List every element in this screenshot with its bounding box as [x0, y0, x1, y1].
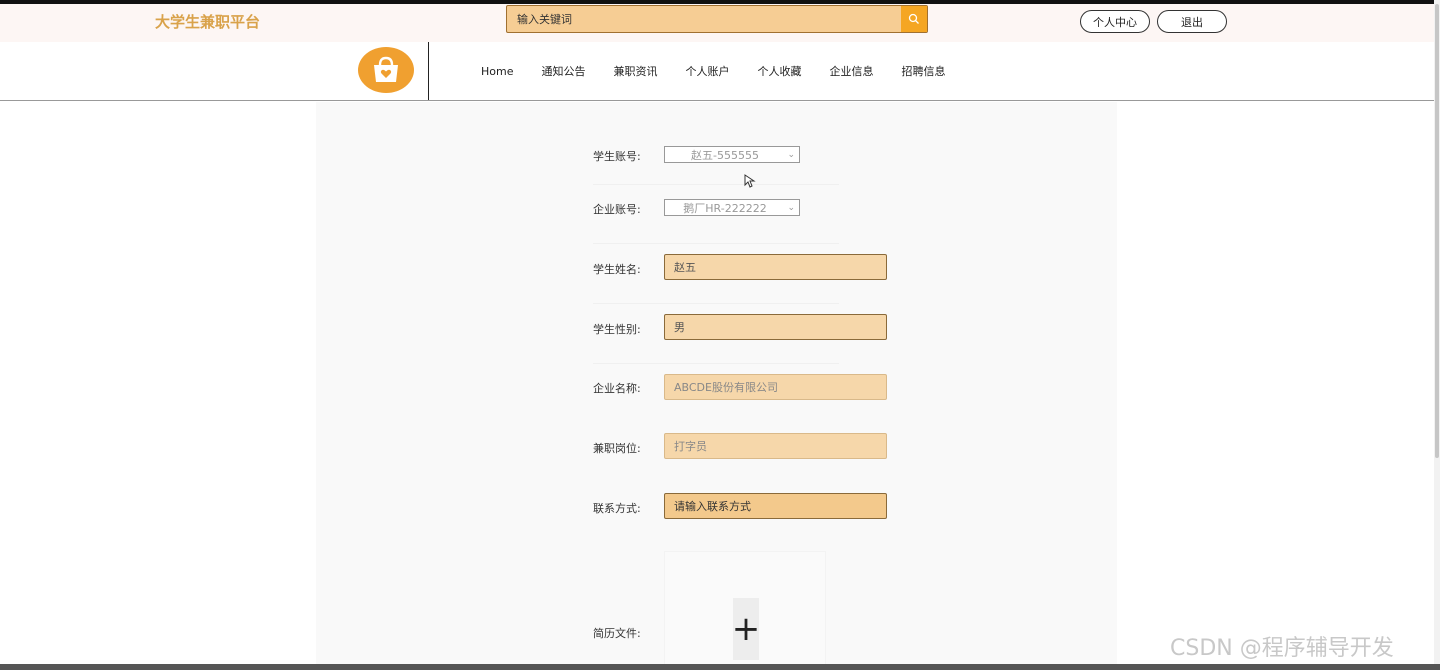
- row-divider: [593, 363, 839, 364]
- logo[interactable]: [358, 47, 414, 93]
- nav-item-company-info[interactable]: 企业信息: [829, 63, 873, 79]
- site-title: 大学生兼职平台: [155, 13, 261, 31]
- nav-divider: [428, 42, 429, 100]
- row-divider: [593, 303, 839, 304]
- row-divider: [593, 243, 839, 244]
- part-time-job-input[interactable]: [664, 433, 887, 459]
- student-account-label: 学生账号:: [593, 150, 641, 163]
- nav-item-personal-account[interactable]: 个人账户: [685, 63, 729, 79]
- mouse-cursor-icon: [744, 174, 756, 188]
- company-name-input[interactable]: [664, 374, 887, 400]
- top-bar: 大学生兼职平台 个人中心 退出: [0, 4, 1440, 42]
- plus-icon[interactable]: +: [732, 598, 760, 660]
- student-account-value: 赵五-555555: [691, 148, 759, 162]
- student-name-input[interactable]: [664, 254, 887, 280]
- company-name-label: 企业名称:: [593, 382, 641, 395]
- search-button[interactable]: [901, 6, 927, 32]
- search-box: [506, 5, 928, 33]
- nav-item-home[interactable]: Home: [481, 65, 513, 78]
- student-gender-input[interactable]: [664, 314, 887, 340]
- watermark: CSDN @程序辅导开发: [1170, 636, 1394, 661]
- company-account-select[interactable]: 鹅厂HR-222222 ⌄: [664, 199, 800, 216]
- personal-center-button[interactable]: 个人中心: [1080, 10, 1150, 33]
- nav-item-recruitment-info[interactable]: 招聘信息: [901, 63, 945, 79]
- nav-item-parttime-news[interactable]: 兼职资讯: [613, 63, 657, 79]
- search-icon: [908, 13, 919, 24]
- company-account-label: 企业账号:: [593, 203, 641, 216]
- scrollbar-thumb[interactable]: [1435, 4, 1439, 458]
- row-divider: [593, 184, 839, 185]
- chevron-down-icon: ⌄: [787, 149, 795, 160]
- bottom-edge: [0, 664, 1440, 670]
- resume-label: 简历文件:: [593, 627, 641, 640]
- nav-menu: Home 通知公告 兼职资讯 个人账户 个人收藏 企业信息 招聘信息: [470, 42, 973, 100]
- student-name-label: 学生姓名:: [593, 263, 641, 276]
- contact-input[interactable]: [664, 493, 887, 519]
- part-time-job-label: 兼职岗位:: [593, 442, 641, 455]
- company-account-value: 鹅厂HR-222222: [683, 201, 767, 215]
- nav-bar: Home 通知公告 兼职资讯 个人账户 个人收藏 企业信息 招聘信息: [0, 42, 1440, 101]
- student-account-select[interactable]: 赵五-555555 ⌄: [664, 146, 800, 163]
- contact-label: 联系方式:: [593, 502, 641, 515]
- student-gender-label: 学生性别:: [593, 323, 641, 336]
- nav-item-notices[interactable]: 通知公告: [541, 63, 585, 79]
- logout-button[interactable]: 退出: [1157, 10, 1227, 33]
- chevron-down-icon: ⌄: [787, 202, 795, 213]
- shopping-bag-heart-icon: [374, 56, 398, 82]
- search-input[interactable]: [507, 6, 901, 32]
- nav-item-favorites[interactable]: 个人收藏: [757, 63, 801, 79]
